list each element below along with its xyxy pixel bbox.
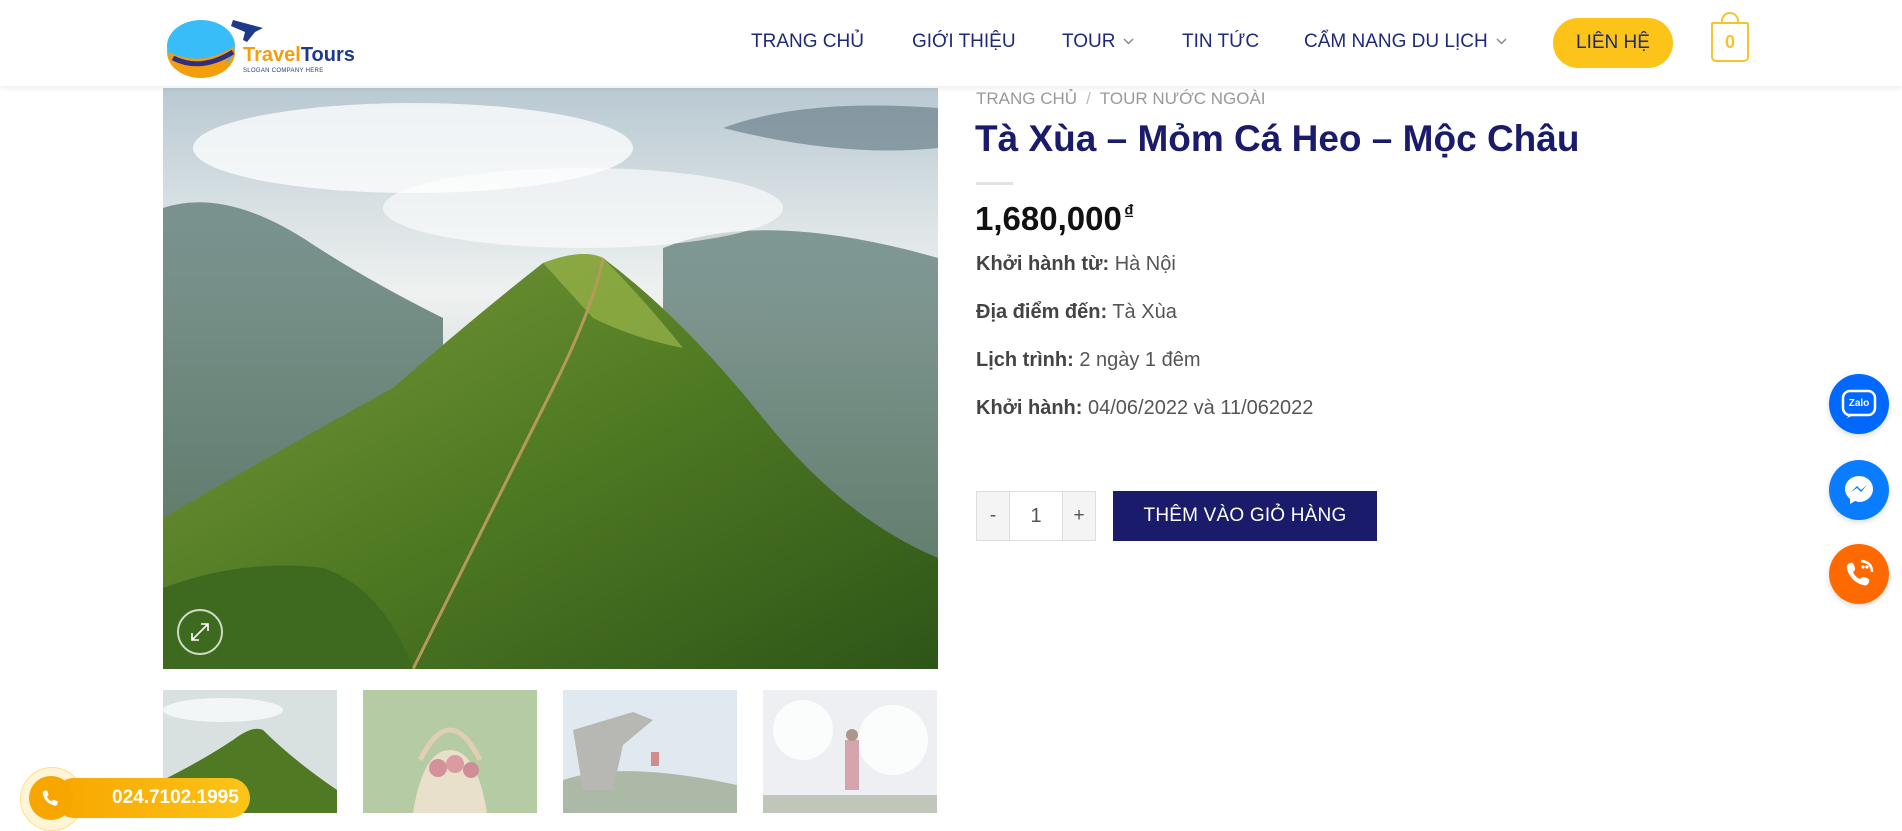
add-to-cart-button[interactable]: THÊM VÀO GIỎ HÀNG	[1113, 491, 1377, 541]
detail-value: Tà Xùa	[1112, 301, 1177, 323]
detail-value: 2 ngày 1 đêm	[1079, 349, 1201, 371]
thumbnail-image	[763, 690, 937, 813]
product-title: Tà Xùa – Mỏm Cá Heo – Mộc Châu	[975, 118, 1580, 159]
detail-label: Lịch trình:	[976, 349, 1074, 371]
detail-value: 04/06/2022 và 11/062022	[1088, 397, 1314, 419]
messenger-button[interactable]	[1829, 460, 1889, 520]
site-header: TravelTours SLOGAN COMPANY HERE TRANG CH…	[0, 0, 1902, 86]
quantity-decrease-button[interactable]: -	[977, 492, 1009, 540]
detail-departure: Khởi hành từ: Hà Nội	[976, 253, 1176, 276]
nav-item-about[interactable]: GIỚI THIỆU	[912, 31, 1016, 53]
detail-label: Địa điểm đến:	[976, 301, 1108, 323]
zalo-label: Zalo	[1848, 398, 1870, 409]
contact-button[interactable]: LIÊN HỆ	[1553, 18, 1673, 68]
title-divider	[976, 182, 1013, 185]
chevron-down-icon	[1123, 36, 1135, 48]
price-currency: ₫	[1123, 202, 1135, 224]
breadcrumb-home[interactable]: TRANG CHỦ	[976, 89, 1077, 108]
mountain-image	[163, 88, 938, 669]
expand-icon[interactable]	[177, 609, 223, 655]
quantity-stepper: - +	[976, 491, 1096, 541]
quantity-increase-button[interactable]: +	[1063, 492, 1095, 540]
chevron-down-icon	[1496, 36, 1507, 48]
detail-schedule: Lịch trình: 2 ngày 1 đêm	[976, 349, 1201, 372]
thumbnail-3[interactable]	[563, 690, 737, 813]
call-button[interactable]	[1829, 544, 1889, 604]
thumbnail-image	[563, 690, 737, 813]
thumbnail-2[interactable]	[363, 690, 537, 813]
thumbnail-4[interactable]	[763, 690, 937, 813]
site-logo[interactable]: TravelTours SLOGAN COMPANY HERE	[163, 6, 355, 82]
nav-item-news[interactable]: TIN TỨC	[1182, 31, 1259, 53]
breadcrumb: TRANG CHỦ / TOUR NƯỚC NGOÀI	[976, 89, 1266, 109]
nav-item-travel-guide[interactable]: CẨM NANG DU LỊCH	[1304, 31, 1507, 53]
detail-value: Hà Nội	[1114, 253, 1176, 275]
breadcrumb-category[interactable]: TOUR NƯỚC NGOÀI	[1100, 89, 1266, 108]
phone-icon	[1846, 559, 1874, 586]
detail-label: Khởi hành:	[976, 397, 1083, 419]
detail-label: Khởi hành từ:	[976, 253, 1110, 275]
breadcrumb-separator: /	[1086, 89, 1091, 108]
cart-icon[interactable]: 0	[1711, 12, 1749, 62]
phone-icon	[29, 776, 73, 820]
logo-text-part2: Tours	[300, 44, 355, 66]
logo-text-part1: Travel	[243, 44, 301, 66]
thumbnail-image	[363, 690, 537, 813]
detail-departure-date: Khởi hành: 04/06/2022 và 11/062022	[976, 397, 1313, 420]
nav-item-home[interactable]: TRANG CHỦ	[751, 31, 864, 53]
product-main-image[interactable]	[163, 88, 938, 669]
logo-slogan: SLOGAN COMPANY HERE	[243, 68, 324, 74]
product-price: 1,680,000 ₫	[975, 200, 1134, 238]
cart-count: 0	[1724, 31, 1735, 52]
detail-destination: Địa điểm đến: Tà Xùa	[976, 301, 1177, 324]
zalo-button[interactable]: Zalo	[1829, 374, 1889, 434]
messenger-icon	[1845, 476, 1873, 504]
price-amount: 1,680,000	[975, 200, 1122, 237]
quantity-input[interactable]	[1009, 492, 1063, 540]
nav-item-tour[interactable]: TOUR	[1062, 31, 1135, 53]
hotline-number[interactable]: 024.7102.1995	[54, 778, 250, 818]
